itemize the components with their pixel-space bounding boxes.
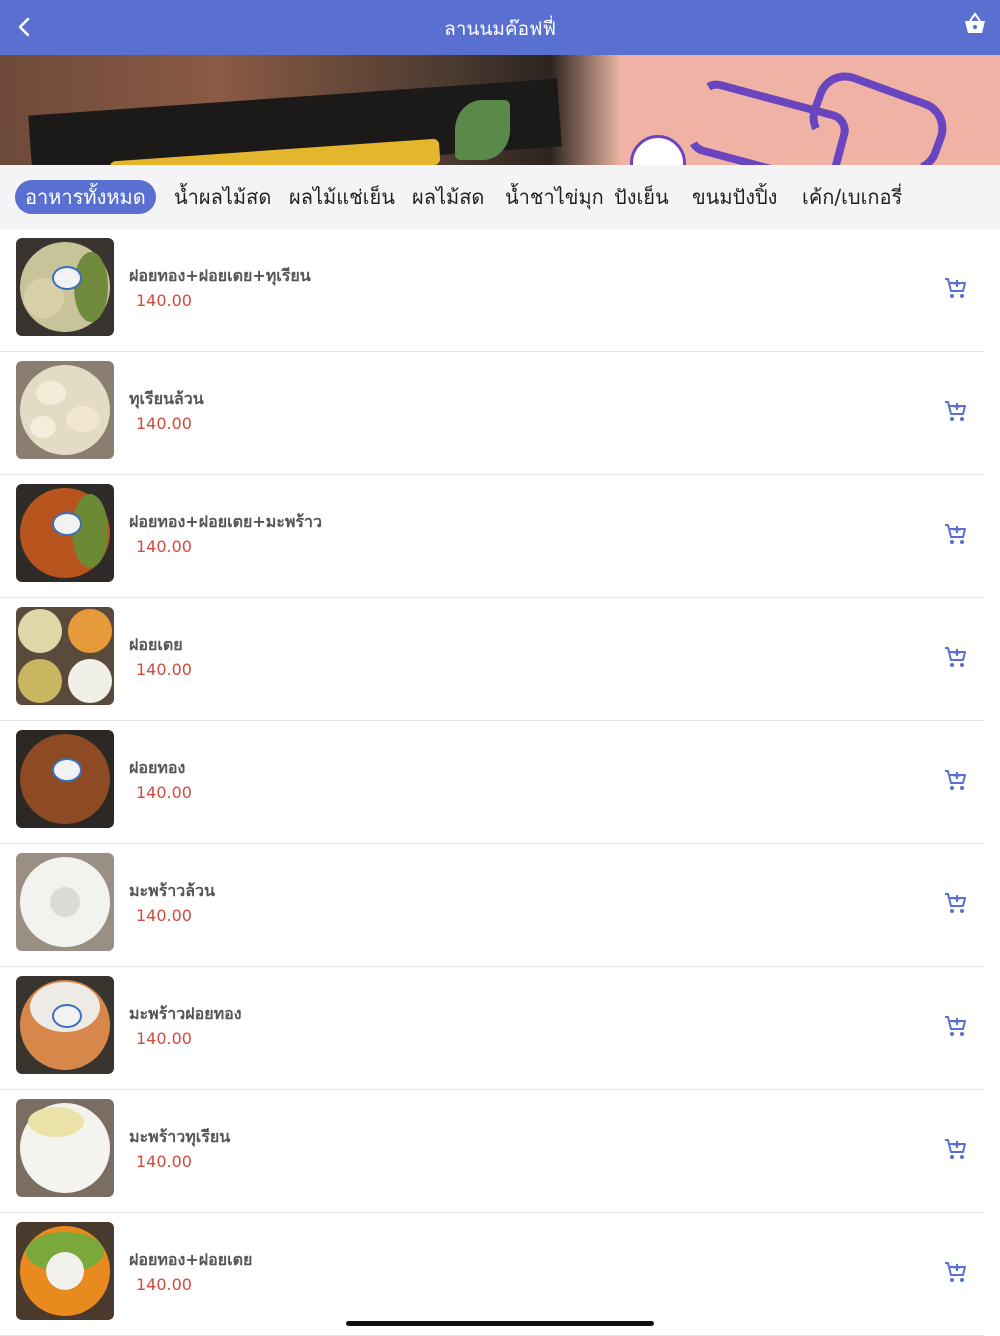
add-to-cart-icon[interactable] — [944, 276, 968, 300]
product-price: 140.00 — [136, 537, 192, 556]
top-bar: ลานนมค๊อฟฟี่ — [0, 0, 1000, 55]
product-price: 140.00 — [136, 1029, 192, 1048]
product-image — [16, 730, 114, 828]
product-price: 140.00 — [136, 291, 192, 310]
tab-bubble-tea[interactable]: น้ำชาไข่มุก — [495, 180, 614, 214]
product-name: ทุเรียนล้วน — [129, 389, 204, 408]
product-name: ฝอยทอง+ฝอยเตย+ทุเรียน — [129, 266, 311, 285]
tab-cake-bakery[interactable]: เค้ก/เบเกอรี่ — [792, 180, 912, 214]
page-title: ลานนมค๊อฟฟี่ — [444, 18, 556, 40]
product-name: ฝอยทอง+ฝอยเตย+มะพร้าว — [129, 512, 322, 531]
product-image — [16, 607, 114, 705]
tab-fresh-fruit[interactable]: ผลไม้สด — [402, 180, 494, 214]
product-price: 140.00 — [136, 783, 192, 802]
add-to-cart-icon[interactable] — [944, 1260, 968, 1284]
product-price: 140.00 — [136, 660, 192, 679]
tab-fresh-juice[interactable]: น้ำผลไม้สด — [164, 180, 281, 214]
add-to-cart-icon[interactable] — [944, 399, 968, 423]
product-name: มะพร้าวทุเรียน — [129, 1127, 231, 1146]
basket-icon[interactable] — [962, 11, 988, 37]
add-to-cart-icon[interactable] — [944, 768, 968, 792]
product-name: ฝอยเตย — [129, 635, 183, 654]
product-image — [16, 1099, 114, 1197]
product-row[interactable]: มะพร้าวฝอยทอง 140.00 — [0, 967, 1000, 1090]
home-indicator[interactable] — [346, 1321, 654, 1326]
product-row[interactable]: ฝอยทอง 140.00 — [0, 721, 1000, 844]
product-name: ฝอยทอง — [129, 758, 186, 777]
product-image — [16, 238, 114, 336]
product-row[interactable]: ฝอยทอง+ฝอยเตย+ทุเรียน 140.00 — [0, 229, 1000, 352]
product-name: มะพร้าวล้วน — [129, 881, 215, 900]
product-price: 140.00 — [136, 906, 192, 925]
product-row[interactable]: ฝอยทอง+ฝอยเตย+มะพร้าว 140.00 — [0, 475, 1000, 598]
product-image — [16, 361, 114, 459]
add-to-cart-icon[interactable] — [944, 1014, 968, 1038]
product-price: 140.00 — [136, 1275, 192, 1294]
tab-toast[interactable]: ขนมปังปิ้ง — [682, 180, 787, 214]
add-to-cart-icon[interactable] — [944, 1137, 968, 1161]
store-banner-image — [0, 55, 1000, 165]
product-row[interactable]: ฝอยเตย 140.00 — [0, 598, 1000, 721]
product-price: 140.00 — [136, 414, 192, 433]
tab-cold-bread[interactable]: ปังเย็น — [604, 180, 679, 214]
product-row[interactable]: มะพร้าวทุเรียน 140.00 — [0, 1090, 1000, 1213]
product-name: มะพร้าวฝอยทอง — [129, 1004, 242, 1023]
product-row[interactable]: ฝอยทอง+ฝอยเตย 140.00 — [0, 1213, 1000, 1336]
product-image — [16, 484, 114, 582]
product-row[interactable]: ทุเรียนล้วน 140.00 — [0, 352, 1000, 475]
product-row[interactable]: มะพร้าวล้วน 140.00 — [0, 844, 1000, 967]
product-image — [16, 1222, 114, 1320]
product-name: ฝอยทอง+ฝอยเตย — [129, 1250, 253, 1269]
tab-all-food[interactable]: อาหารทั้งหมด — [15, 180, 156, 214]
add-to-cart-icon[interactable] — [944, 891, 968, 915]
category-tabs: อาหารทั้งหมด น้ำผลไม้สด ผลไม้แช่เย็น ผลไ… — [0, 165, 1000, 229]
tab-chilled-fruit[interactable]: ผลไม้แช่เย็น — [279, 180, 405, 214]
add-to-cart-icon[interactable] — [944, 522, 968, 546]
add-to-cart-icon[interactable] — [944, 645, 968, 669]
product-price: 140.00 — [136, 1152, 192, 1171]
product-image — [16, 976, 114, 1074]
product-image — [16, 853, 114, 951]
